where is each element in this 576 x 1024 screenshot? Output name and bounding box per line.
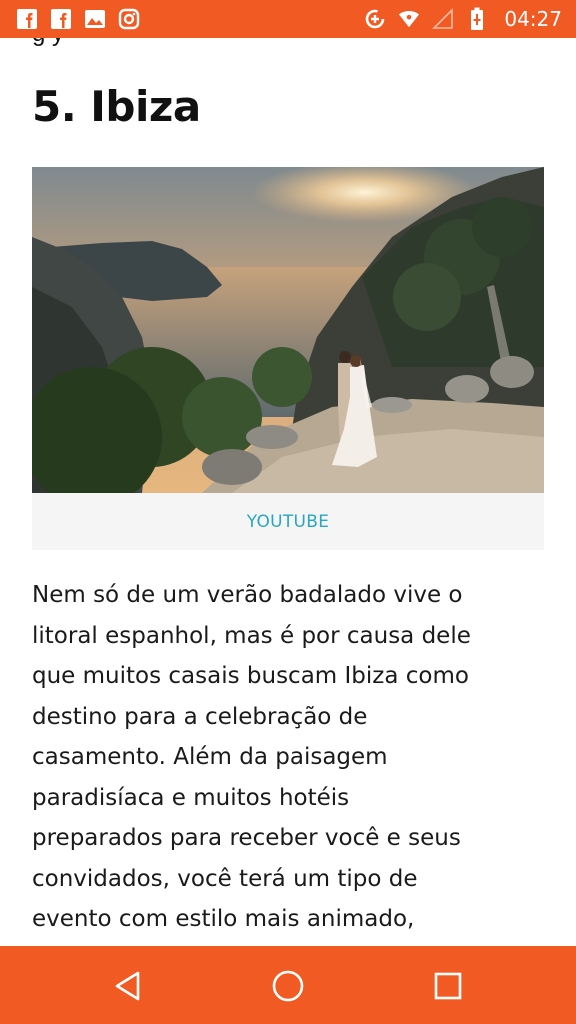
- home-icon: [272, 970, 304, 1002]
- clock: 04:27: [504, 7, 562, 31]
- signal-icon: [432, 8, 454, 30]
- recents-button[interactable]: [426, 964, 470, 1008]
- paragraph-line: litoral espanhol, mas é por causa dele: [32, 622, 471, 649]
- data-saver-icon: [364, 8, 386, 30]
- paragraph-line: casamento. Além da paisagem: [32, 744, 388, 770]
- notification-icons: [16, 8, 140, 30]
- back-icon: [115, 971, 140, 1001]
- system-icons: 04:27: [364, 7, 562, 31]
- section-heading: 5. Ibiza: [32, 82, 201, 131]
- facebook-icon: [16, 8, 38, 30]
- wifi-icon: [398, 8, 420, 30]
- paragraph-line: convidados, você terá um tipo de: [32, 865, 418, 892]
- navigation-bar: [0, 946, 576, 1024]
- home-button[interactable]: [266, 964, 310, 1008]
- previous-text-fragment: g y: [32, 38, 64, 48]
- instagram-icon: [118, 8, 140, 30]
- paragraph-line: preparados para receber você e seus: [32, 825, 461, 851]
- paragraph-line: destino para a celebração de: [32, 703, 368, 730]
- image-caption: YOUTUBE: [32, 493, 544, 550]
- back-button[interactable]: [106, 964, 150, 1008]
- status-bar: 04:27: [0, 0, 576, 38]
- article-content[interactable]: g y 5. Ibiza: [0, 38, 576, 946]
- article-paragraph: Nem só de um verão badalado vive o litor…: [32, 575, 552, 940]
- paragraph-line: Nem só de um verão badalado vive o: [32, 582, 463, 608]
- facebook-icon: [50, 8, 72, 30]
- recents-icon: [434, 972, 462, 1000]
- battery-icon: [466, 7, 488, 30]
- paragraph-line: paradisíaca e muitos hotéis: [32, 784, 350, 811]
- paragraph-line: evento com estilo mais animado,: [32, 906, 415, 932]
- paragraph-line: que muitos casais buscam Ibiza como: [32, 663, 469, 689]
- article-image: [32, 167, 544, 493]
- caption-source-link[interactable]: YOUTUBE: [247, 512, 330, 532]
- image-icon: [84, 8, 106, 30]
